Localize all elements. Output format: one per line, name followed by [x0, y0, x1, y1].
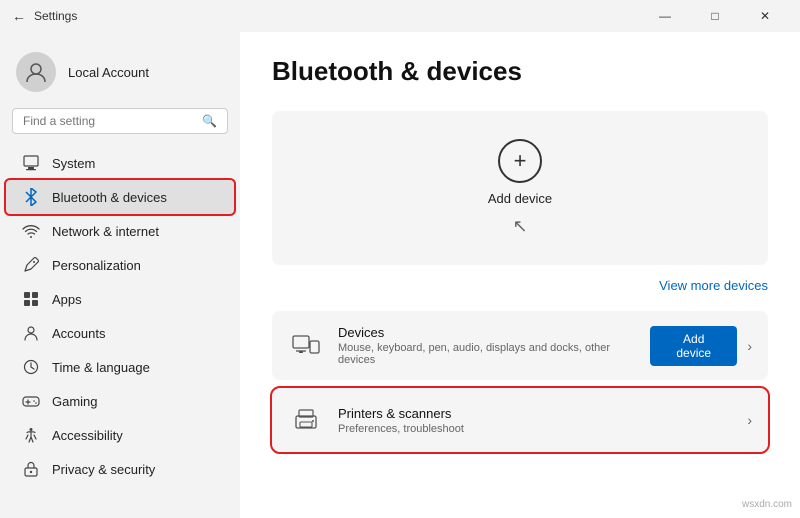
sidebar-label-bluetooth: Bluetooth & devices	[52, 190, 167, 205]
search-icon: 🔍	[202, 114, 217, 128]
setting-title-devices: Devices	[338, 325, 650, 340]
sidebar-item-bluetooth[interactable]: Bluetooth & devices	[6, 180, 234, 214]
privacy-icon	[22, 460, 40, 478]
printers-icon	[288, 402, 324, 438]
bluetooth-icon	[22, 188, 40, 206]
sidebar-item-gaming[interactable]: Gaming	[6, 384, 234, 418]
sidebar-item-apps[interactable]: Apps	[6, 282, 234, 316]
user-name: Local Account	[68, 65, 149, 80]
accounts-icon	[22, 324, 40, 342]
setting-row-devices-right: Add device ›	[650, 326, 752, 366]
content-area: Bluetooth & devices + Add device ↖ View …	[240, 32, 800, 518]
sidebar-label-system: System	[52, 156, 95, 171]
view-more-devices-link[interactable]: View more devices	[272, 277, 768, 295]
sidebar-label-network: Network & internet	[52, 224, 159, 239]
sidebar-label-time: Time & language	[52, 360, 150, 375]
setting-row-devices[interactable]: Devices Mouse, keyboard, pen, audio, dis…	[272, 311, 768, 380]
setting-row-printers-right: ›	[747, 412, 752, 428]
gaming-icon	[22, 392, 40, 410]
add-device-card[interactable]: + Add device ↖	[272, 111, 768, 265]
sidebar-user[interactable]: Local Account	[0, 40, 240, 108]
search-box[interactable]: 🔍	[12, 108, 228, 134]
chevron-right-icon: ›	[747, 338, 752, 354]
setting-row-devices-left: Devices Mouse, keyboard, pen, audio, dis…	[288, 325, 650, 366]
maximize-button[interactable]: □	[692, 0, 738, 32]
sidebar-item-time[interactable]: Time & language	[6, 350, 234, 384]
setting-row-printers-left: Printers & scanners Preferences, trouble…	[288, 402, 464, 438]
sidebar-label-gaming: Gaming	[52, 394, 98, 409]
sidebar-label-privacy: Privacy & security	[52, 462, 155, 477]
sidebar-item-privacy[interactable]: Privacy & security	[6, 452, 234, 486]
close-button[interactable]: ✕	[742, 0, 788, 32]
sidebar-label-accounts: Accounts	[52, 326, 105, 341]
accessibility-icon	[22, 426, 40, 444]
sidebar: Local Account 🔍 System Bluetooth & devic…	[0, 32, 240, 518]
sidebar-label-accessibility: Accessibility	[52, 428, 123, 443]
titlebar-controls: — □ ✕	[642, 0, 788, 32]
add-device-plus-icon: +	[498, 139, 542, 183]
sidebar-item-accounts[interactable]: Accounts	[6, 316, 234, 350]
app-container: Local Account 🔍 System Bluetooth & devic…	[0, 32, 800, 518]
setting-subtitle-printers: Preferences, troubleshoot	[338, 423, 464, 435]
sidebar-item-network[interactable]: Network & internet	[6, 214, 234, 248]
system-icon	[22, 154, 40, 172]
time-icon	[22, 358, 40, 376]
titlebar-title: Settings	[34, 9, 77, 23]
sidebar-label-apps: Apps	[52, 292, 82, 307]
devices-icon	[288, 328, 324, 364]
titlebar: ← Settings — □ ✕	[0, 0, 800, 32]
sidebar-item-accessibility[interactable]: Accessibility	[6, 418, 234, 452]
add-device-card-label: Add device	[488, 191, 552, 206]
view-more-anchor[interactable]: View more devices	[659, 278, 768, 293]
setting-text-devices: Devices Mouse, keyboard, pen, audio, dis…	[338, 325, 650, 366]
network-icon	[22, 222, 40, 240]
setting-subtitle-devices: Mouse, keyboard, pen, audio, displays an…	[338, 342, 650, 366]
watermark: wsxdn.com	[742, 499, 792, 510]
setting-row-printers[interactable]: Printers & scanners Preferences, trouble…	[272, 388, 768, 452]
sidebar-label-personalization: Personalization	[52, 258, 141, 273]
add-device-button[interactable]: Add device	[650, 326, 737, 366]
chevron-right-printers-icon: ›	[747, 412, 752, 428]
search-input[interactable]	[23, 114, 194, 128]
avatar	[16, 52, 56, 92]
setting-title-printers: Printers & scanners	[338, 406, 464, 421]
personalization-icon	[22, 256, 40, 274]
minimize-button[interactable]: —	[642, 0, 688, 32]
back-button[interactable]: ←	[12, 8, 26, 24]
titlebar-left: ← Settings	[12, 8, 77, 24]
page-title: Bluetooth & devices	[272, 56, 768, 87]
setting-text-printers: Printers & scanners Preferences, trouble…	[338, 406, 464, 435]
sidebar-item-personalization[interactable]: Personalization	[6, 248, 234, 282]
cursor-icon: ↖	[512, 216, 527, 237]
sidebar-item-system[interactable]: System	[6, 146, 234, 180]
apps-icon	[22, 290, 40, 308]
